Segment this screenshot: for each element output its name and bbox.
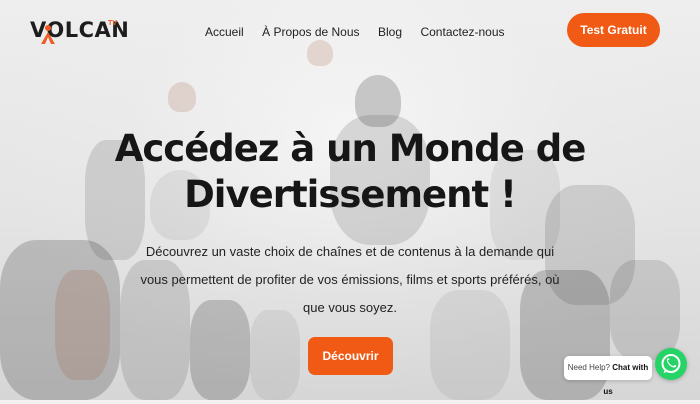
hero-title-line-2: Divertissement ! <box>184 173 517 216</box>
nav-item-accueil[interactable]: Accueil <box>205 25 244 39</box>
brand-suffix: TV <box>108 20 117 27</box>
chat-help-prefix: Need Help? <box>567 363 610 372</box>
volcano-figure-icon <box>41 25 55 44</box>
site-header: VOLCAN TV Accueil À Propos de Nous Blog … <box>0 0 700 62</box>
whatsapp-chat-button[interactable] <box>655 348 687 380</box>
chat-help-bubble[interactable]: Need Help? Chat with us <box>564 356 652 396</box>
hero-description: Découvrez un vaste choix de chaînes et d… <box>140 244 560 315</box>
hero-title: Accédez à un Monde de Divertissement ! <box>100 126 600 218</box>
nav-item-blog[interactable]: Blog <box>378 25 402 39</box>
discover-button[interactable]: Découvrir <box>308 337 393 375</box>
free-trial-button[interactable]: Test Gratuit <box>567 13 660 47</box>
main-nav: Accueil À Propos de Nous Blog Contactez-… <box>205 23 519 39</box>
nav-item-contact[interactable]: Contactez-nous <box>420 25 504 39</box>
nav-item-a-propos[interactable]: À Propos de Nous <box>262 25 359 39</box>
whatsapp-icon <box>661 354 681 373</box>
hero-title-line-1: Accédez à un Monde de <box>114 127 587 170</box>
